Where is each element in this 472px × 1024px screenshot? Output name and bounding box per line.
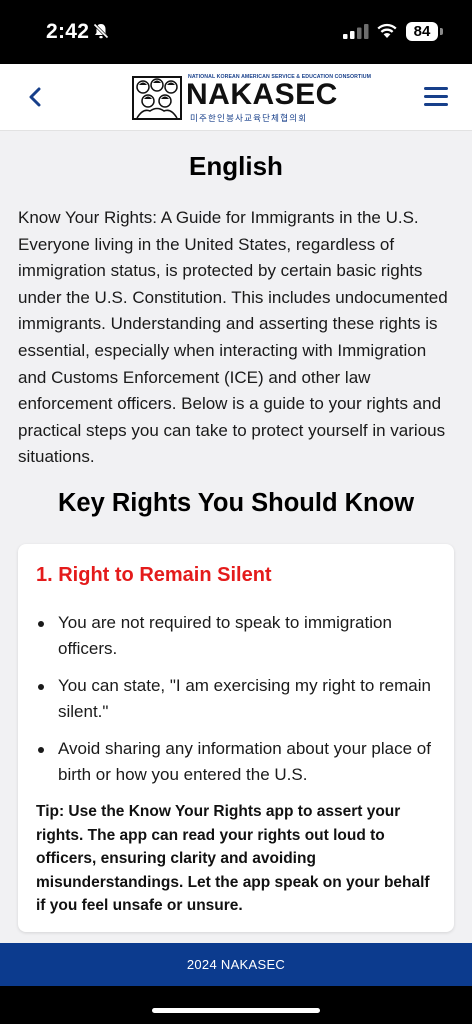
battery-tip: [440, 28, 443, 35]
home-area: [0, 986, 472, 1024]
list-item: You are not required to speak to immigra…: [36, 610, 436, 662]
list-item: You can state, "I am exercising my right…: [36, 673, 436, 725]
right-card: 1. Right to Remain Silent You are not re…: [18, 544, 454, 932]
logo-name: NAKASEC: [186, 78, 338, 111]
nakasec-logo[interactable]: NATIONAL KOREAN AMERICAN SERVICE & EDUCA…: [132, 74, 371, 123]
hamburger-menu-icon: [424, 87, 448, 90]
logo-korean-name: 미주한인봉사교육단체협의회: [190, 113, 308, 123]
hamburger-menu-icon-line: [424, 95, 448, 98]
menu-button[interactable]: [420, 84, 452, 110]
cellular-signal-icon: [343, 24, 369, 39]
page-title: English: [189, 151, 283, 181]
list-item: Avoid sharing any information about your…: [36, 736, 436, 788]
footer: 2024 NAKASEC: [0, 943, 472, 986]
footer-text: 2024 NAKASEC: [186, 957, 286, 972]
home-indicator[interactable]: [152, 1008, 320, 1013]
wifi-icon: [377, 23, 397, 38]
app-header: NATIONAL KOREAN AMERICAN SERVICE & EDUCA…: [0, 64, 472, 131]
battery-icon: 84: [406, 22, 438, 41]
rights-list: You are not required to speak to immigra…: [36, 610, 436, 799]
status-time: 2:42: [46, 20, 90, 43]
logo-emblem: [132, 76, 182, 120]
card-title: 1. Right to Remain Silent: [36, 564, 272, 586]
intro-paragraph: Know Your Rights: A Guide for Immigrants…: [18, 208, 448, 467]
status-bar: 2:42 84: [0, 0, 472, 64]
chevron-left-icon: [29, 87, 41, 107]
card-tip: Tip: Use the Know Your Rights app to ass…: [36, 803, 430, 914]
main-content[interactable]: English Know Your Rights: A Guide for Im…: [0, 131, 472, 943]
hamburger-menu-icon-line: [424, 103, 448, 106]
section-title: Key Rights You Should Know: [57, 489, 415, 517]
back-button[interactable]: [20, 82, 50, 112]
bell-slash-icon: [93, 23, 109, 39]
